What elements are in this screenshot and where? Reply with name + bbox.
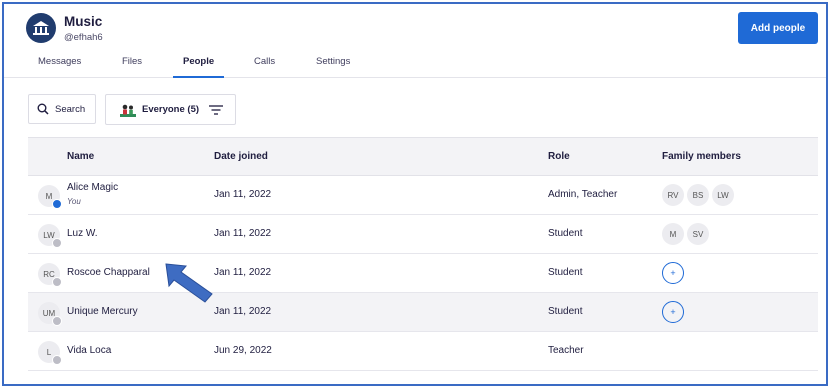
class-code: @efhah6 [64,32,103,43]
you-label: You [67,197,81,206]
family-member-avatar[interactable]: BS [687,184,709,206]
table-row[interactable]: L Vida Loca Jun 29, 2022 Teacher [28,332,818,371]
people-table: Name Date joined Role Family members M A… [28,137,818,371]
app-window: Music @efhah6 Add people Messages Files … [2,2,828,386]
tab-files[interactable]: Files [122,56,142,78]
filter-label: Everyone (5) [142,104,200,115]
family-member-avatar[interactable]: RV [662,184,684,206]
tab-messages[interactable]: Messages [38,56,81,78]
student-badge-icon [52,316,62,326]
search-icon [37,103,49,115]
search-label: Search [55,103,86,115]
people-group-icon [120,104,136,117]
role: Teacher [548,345,584,356]
table-row[interactable]: M Alice Magic You Jan 11, 2022 Admin, Te… [28,176,818,215]
tab-calls[interactable]: Calls [254,56,275,78]
class-header: Music @efhah6 Add people Messages Files … [4,4,826,78]
table-row[interactable]: UM Unique Mercury Jan 11, 2022 Student + [28,293,818,332]
add-family-member-button[interactable]: + [662,262,684,284]
tab-people[interactable]: People [172,56,225,78]
family-members: M SV [662,223,709,245]
column-family-members: Family members [662,151,741,162]
date-joined: Jan 11, 2022 [214,306,272,317]
date-joined: Jun 29, 2022 [214,345,272,356]
role: Student [548,306,583,317]
role: Student [548,267,583,278]
family-member-avatar[interactable]: SV [687,223,709,245]
student-badge-icon [52,277,62,287]
member-name[interactable]: Vida Loca [67,345,111,356]
date-joined: Jan 11, 2022 [214,189,272,200]
member-name[interactable]: Luz W. [67,228,98,239]
table-row[interactable]: RC Roscoe Chapparal Jan 11, 2022 Student… [28,254,818,293]
teacher-badge-icon [52,199,62,209]
member-name[interactable]: Alice Magic [67,182,118,193]
member-name[interactable]: Unique Mercury [67,306,138,317]
tab-settings[interactable]: Settings [316,56,350,78]
annotation-arrow-icon [165,263,213,303]
add-family-member-button[interactable]: + [662,301,684,323]
column-role[interactable]: Role [548,151,570,162]
column-date-joined[interactable]: Date joined [214,151,268,162]
member-name[interactable]: Roscoe Chapparal [67,267,150,278]
date-joined: Jan 11, 2022 [214,228,272,239]
role: Student [548,228,583,239]
column-name[interactable]: Name [67,151,94,162]
table-header: Name Date joined Role Family members [28,137,818,176]
search-button[interactable]: Search [28,94,96,124]
audience-filter[interactable]: Everyone (5) [105,94,236,125]
family-member-avatar[interactable]: LW [712,184,734,206]
role: Admin, Teacher [548,189,618,200]
student-badge-icon [52,238,62,248]
add-people-button[interactable]: Add people [738,12,818,44]
school-icon[interactable] [26,13,56,43]
family-member-avatar[interactable]: M [662,223,684,245]
filter-icon [209,104,224,115]
date-joined: Jan 11, 2022 [214,267,272,278]
family-members: RV BS LW [662,184,734,206]
student-badge-icon [52,355,62,365]
class-title: Music [64,14,103,29]
table-row[interactable]: LW Luz W. Jan 11, 2022 Student M SV [28,215,818,254]
tab-bar: Messages Files People Calls Settings [4,56,826,78]
